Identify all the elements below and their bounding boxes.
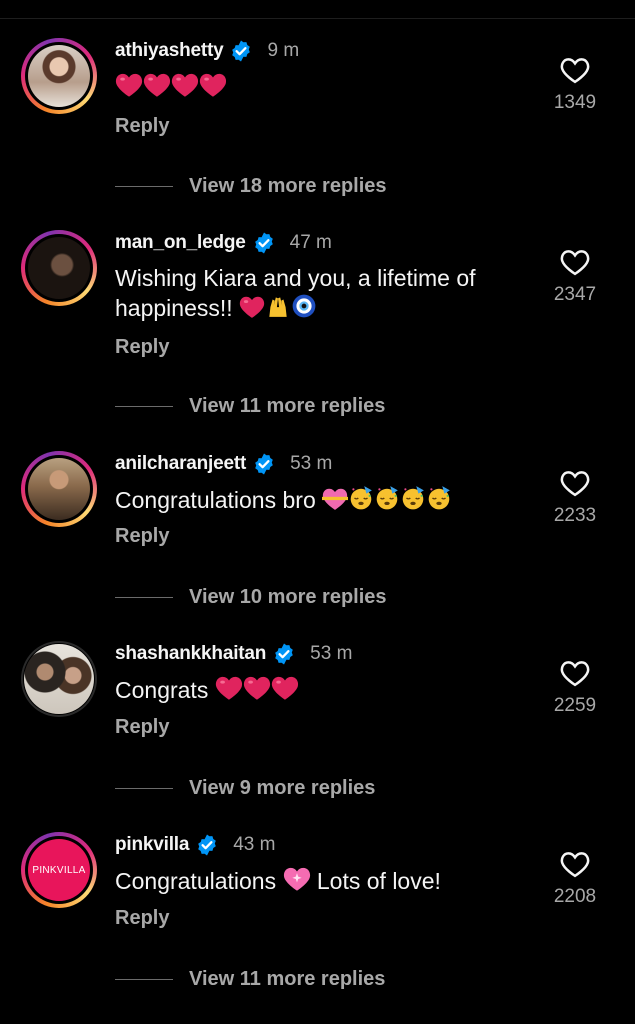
comment-time: 53 m [290,453,333,474]
username[interactable]: anilcharanjeett [115,453,246,475]
username[interactable]: pinkvilla [115,834,189,856]
username[interactable]: athiyashetty [115,40,224,62]
comment-text-line: Congratulations [115,868,277,894]
comment-text-line: Wishing Kiara and you, a lifetime of [115,265,476,291]
comment-time: 43 m [233,834,276,855]
like-count: 2347 [553,284,597,305]
like-count: 2208 [553,886,597,907]
sparkling-heart-icon [283,866,311,892]
comment-text-line: Lots of love! [316,868,441,894]
comment-text: Wishing Kiara and you, a lifetime of hap… [115,264,535,323]
partying-face-icon [374,485,400,511]
view-replies-button[interactable]: View 11 more replies [115,394,385,418]
avatar[interactable]: PINKVILLA [21,832,97,908]
comment-text: Congratulations bro [115,485,535,515]
like-control[interactable]: 2208 [550,850,600,908]
view-replies-label[interactable]: View 9 more replies [189,777,375,800]
red-heart-icon [199,72,227,98]
comment-text-line: Congratulations bro [115,487,316,513]
reply-button[interactable]: Reply [115,525,169,548]
like-control[interactable]: 2347 [550,248,600,306]
red-heart-icon [239,295,265,319]
red-heart-icon [143,72,171,98]
avatar[interactable] [21,451,97,527]
verified-badge-icon [252,231,276,255]
view-replies-button[interactable]: View 9 more replies [115,776,375,800]
username[interactable]: man_on_ledge [115,232,246,254]
heart-outline-icon[interactable] [560,248,590,276]
comment-text: Congratulations Lots of love! [115,866,535,896]
comment-time: 9 m [267,40,300,61]
verified-badge-icon [229,39,253,63]
verified-badge-icon [272,642,296,666]
like-control[interactable]: 2233 [550,469,600,527]
divider-line [115,787,173,789]
red-heart-icon [271,675,299,701]
avatar[interactable] [21,38,97,114]
view-replies-label[interactable]: View 10 more replies [189,586,387,609]
reply-button[interactable]: Reply [115,907,169,930]
avatar[interactable] [21,641,97,717]
reply-button[interactable]: Reply [115,115,169,138]
comment-time: 47 m [289,232,332,253]
heart-outline-icon[interactable] [560,56,590,84]
view-replies-label[interactable]: View 11 more replies [189,395,385,418]
view-replies-button[interactable]: View 10 more replies [115,585,387,609]
red-heart-icon [243,675,271,701]
like-count: 2233 [553,505,597,526]
red-heart-icon [171,72,199,98]
red-heart-icon [115,72,143,98]
heart-outline-icon[interactable] [560,850,590,878]
partying-face-icon [348,485,374,511]
view-replies-label[interactable]: View 11 more replies [189,968,385,991]
pinkvilla-logo: PINKVILLA [28,839,90,901]
heart-with-ribbon-icon [322,487,348,511]
like-control[interactable]: 2259 [550,659,600,717]
view-replies-button[interactable]: View 11 more replies [115,967,385,991]
view-replies-label[interactable]: View 18 more replies [189,175,387,198]
comment-text [115,72,535,102]
evil-eye-icon [291,293,317,319]
view-replies-button[interactable]: View 18 more replies [115,174,387,198]
comment-text: Congrats [115,675,535,705]
heart-outline-icon[interactable] [560,469,590,497]
verified-badge-icon [195,833,219,857]
partying-face-icon [400,485,426,511]
like-count: 1349 [553,92,597,113]
reply-button[interactable]: Reply [115,716,169,739]
verified-badge-icon [252,452,276,476]
comment-time: 53 m [310,643,353,664]
top-divider [0,0,635,19]
red-heart-icon [215,675,243,701]
comment-text-line: happiness!! [115,295,233,321]
username[interactable]: shashankkhaitan [115,643,266,665]
avatar[interactable] [21,230,97,306]
like-count: 2259 [553,695,597,716]
heart-outline-icon[interactable] [560,659,590,687]
comment-text-line: Congrats [115,677,209,703]
partying-face-icon [426,485,452,511]
divider-line [115,596,173,598]
raising-hands-icon [265,293,291,319]
divider-line [115,978,173,980]
divider-line [115,185,173,187]
reply-button[interactable]: Reply [115,336,169,359]
like-control[interactable]: 1349 [550,56,600,114]
divider-line [115,405,173,407]
